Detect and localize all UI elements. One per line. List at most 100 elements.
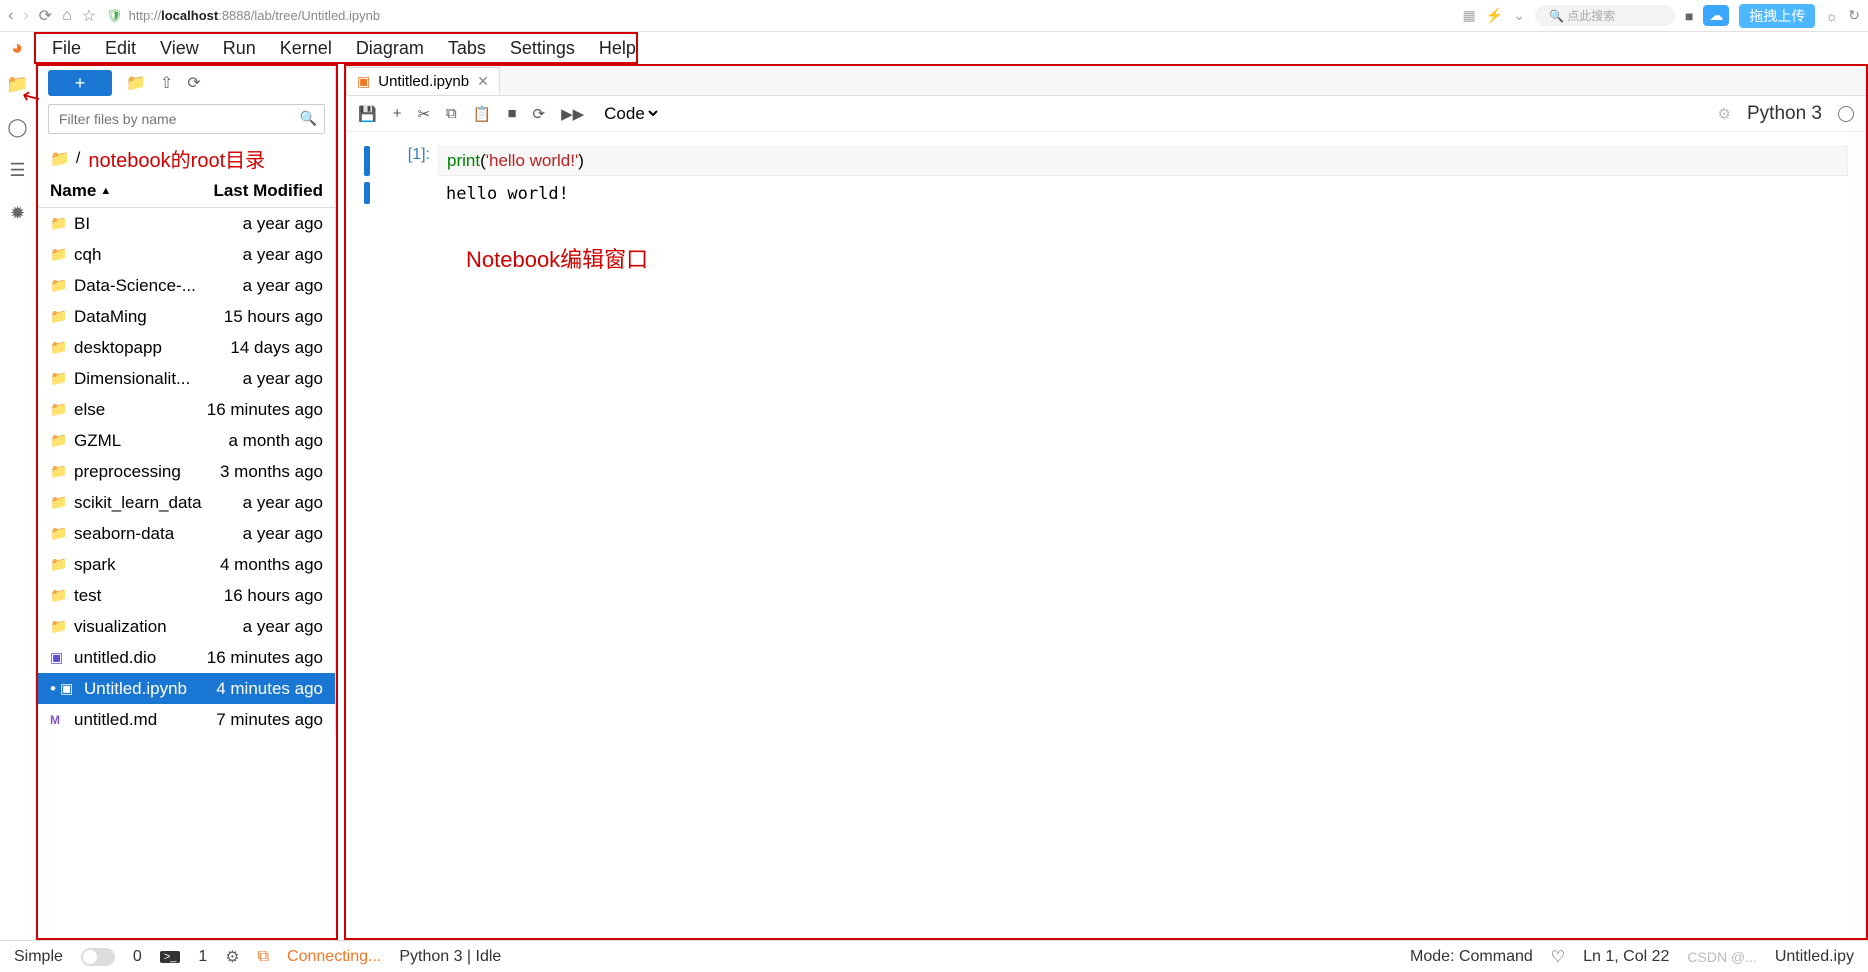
file-row[interactable]: 📁BIa year ago xyxy=(38,208,335,239)
menu-settings[interactable]: Settings xyxy=(498,34,587,63)
file-row[interactable]: 📁cqha year ago xyxy=(38,239,335,270)
upload-icon[interactable]: ⇧ xyxy=(160,73,173,93)
file-row[interactable]: 📁scikit_learn_dataa year ago xyxy=(38,487,335,518)
file-row[interactable]: 📁else16 minutes ago xyxy=(38,394,335,425)
folder-icon[interactable]: 📁 ↖ xyxy=(6,74,28,95)
qr-icon[interactable]: ▦ xyxy=(1463,7,1476,24)
refresh-icon[interactable]: ⟳ xyxy=(187,73,200,93)
notifications-icon[interactable]: ♡ xyxy=(1551,947,1565,967)
toc-icon[interactable]: ☰ xyxy=(9,160,25,181)
file-modified: a year ago xyxy=(243,214,323,234)
add-cell-icon[interactable]: + xyxy=(393,105,402,122)
paste-icon[interactable]: 📋 xyxy=(473,105,492,123)
file-row[interactable]: •▣Untitled.ipynb4 minutes ago xyxy=(38,673,335,704)
reload-icon[interactable]: ⟳ xyxy=(39,6,52,26)
file-row[interactable]: 📁visualizationa year ago xyxy=(38,611,335,642)
gear-icon[interactable]: ⚙ xyxy=(225,947,239,967)
file-modified: 16 hours ago xyxy=(224,586,323,606)
folder-icon: 📁 xyxy=(50,370,68,387)
close-icon[interactable]: ✕ xyxy=(477,73,489,90)
menu-help[interactable]: Help xyxy=(587,34,648,63)
menu-edit[interactable]: Edit xyxy=(93,34,148,63)
terminals-count[interactable]: 1 xyxy=(198,948,207,966)
file-row[interactable]: ▣untitled.dio16 minutes ago xyxy=(38,642,335,673)
notebook-area: ▣ Untitled.ipynb ✕ 💾 + ✂ ⧉ 📋 ■ ⟳ ▶▶ Code… xyxy=(346,66,1866,938)
chevron-down-icon[interactable]: ⌄ xyxy=(1513,7,1525,24)
search-icon: 🔍 xyxy=(300,110,317,127)
git-icon: ⧉ xyxy=(258,948,269,966)
menu-kernel[interactable]: Kernel xyxy=(268,34,344,63)
app-main: 📁 ↖ ◯ ☰ ✹ + 📁 ⇧ ⟳ 🔍 📁 / notebook的root目录 … xyxy=(0,64,1868,940)
watermark: CSDN @... xyxy=(1687,949,1756,965)
cell-prompt: [1]: xyxy=(380,146,438,176)
notebook-body[interactable]: [1]: print('hello world!') hello world! … xyxy=(346,132,1866,938)
new-folder-icon[interactable]: 📁 xyxy=(126,73,146,93)
header-modified[interactable]: Last Modified xyxy=(213,181,323,201)
star-icon[interactable]: ☆ xyxy=(82,6,96,26)
jupyter-logo-icon[interactable]: ◕ xyxy=(0,37,34,60)
breadcrumb[interactable]: 📁 / notebook的root目录 xyxy=(38,138,335,175)
file-name: GZML xyxy=(74,431,228,451)
annotation-root-label: notebook的root目录 xyxy=(88,144,265,173)
running-icon[interactable]: ◯ xyxy=(7,117,27,138)
browser-toolbar: ‹ › ⟳ ⌂ ☆ 🛡 http://localhost:8888/lab/tr… xyxy=(0,0,1868,32)
browser-search[interactable]: 🔍 点此搜索 xyxy=(1535,5,1675,26)
file-row[interactable]: 📁spark4 months ago xyxy=(38,549,335,580)
home-icon[interactable]: ⌂ xyxy=(62,7,72,25)
cell-source[interactable]: print('hello world!') xyxy=(438,146,1848,176)
cut-icon[interactable]: ✂ xyxy=(417,105,430,123)
file-row[interactable]: 📁preprocessing3 months ago xyxy=(38,456,335,487)
terminal-icon[interactable]: >_ xyxy=(160,951,181,963)
forward-icon[interactable]: › xyxy=(23,7,28,25)
restart-icon[interactable]: ⟳ xyxy=(533,105,546,123)
filter-input[interactable] xyxy=(48,104,325,134)
folder-icon: 📁 xyxy=(50,432,68,449)
tab-untitled[interactable]: ▣ Untitled.ipynb ✕ xyxy=(346,67,500,95)
stop-icon[interactable]: ■ xyxy=(507,105,516,122)
tabs-count[interactable]: 0 xyxy=(133,948,142,966)
file-row[interactable]: 📁Dimensionalit...a year ago xyxy=(38,363,335,394)
refresh-icon[interactable]: ↻ xyxy=(1848,7,1860,24)
address-bar[interactable]: 🛡 http://localhost:8888/lab/tree/Untitle… xyxy=(106,8,380,24)
menu-view[interactable]: View xyxy=(148,34,211,63)
file-modified: 14 days ago xyxy=(230,338,323,358)
file-modified: 15 hours ago xyxy=(224,307,323,327)
kernel-status-label[interactable]: Python 3 | Idle xyxy=(399,948,501,966)
extension-icon[interactable]: ■ xyxy=(1685,8,1693,24)
file-row[interactable]: 📁GZMLa month ago xyxy=(38,425,335,456)
cell-type-select[interactable]: Code xyxy=(600,103,661,124)
file-row[interactable]: 📁Data-Science-...a year ago xyxy=(38,270,335,301)
file-modified: a year ago xyxy=(243,245,323,265)
extensions-icon[interactable]: ✹ xyxy=(10,203,25,224)
menu-tabs[interactable]: Tabs xyxy=(436,34,498,63)
menu-file[interactable]: File xyxy=(40,34,93,63)
menu-diagram[interactable]: Diagram xyxy=(344,34,436,63)
kernel-name[interactable]: Python 3 xyxy=(1747,103,1822,125)
code-cell[interactable]: [1]: print('hello world!') xyxy=(364,146,1848,176)
run-all-icon[interactable]: ▶▶ xyxy=(561,105,584,123)
simple-toggle[interactable] xyxy=(81,948,115,966)
cloud-icon[interactable]: ☁ xyxy=(1703,5,1729,26)
file-row[interactable]: Muntitled.md7 minutes ago xyxy=(38,704,335,735)
menu-run[interactable]: Run xyxy=(211,34,268,63)
sun-icon[interactable]: ☼ xyxy=(1825,8,1838,24)
file-name: BI xyxy=(74,214,243,234)
header-name[interactable]: Name ▲ xyxy=(50,181,213,201)
file-modified: 3 months ago xyxy=(220,462,323,482)
file-row[interactable]: 📁test16 hours ago xyxy=(38,580,335,611)
file-name: visualization xyxy=(74,617,243,637)
cursor-position: Ln 1, Col 22 xyxy=(1583,948,1669,966)
upload-button[interactable]: 拖拽上传 xyxy=(1739,4,1815,28)
file-row[interactable]: 📁DataMing15 hours ago xyxy=(38,301,335,332)
file-browser-toolbar: + 📁 ⇧ ⟳ xyxy=(38,66,335,100)
gear-icon[interactable]: ⚙ xyxy=(1718,105,1731,123)
copy-icon[interactable]: ⧉ xyxy=(446,105,457,122)
new-launcher-button[interactable]: + xyxy=(48,70,112,96)
file-row[interactable]: 📁seaborn-dataa year ago xyxy=(38,518,335,549)
file-row[interactable]: 📁desktopapp14 days ago xyxy=(38,332,335,363)
file-name: DataMing xyxy=(74,307,224,327)
bolt-icon[interactable]: ⚡ xyxy=(1486,7,1503,24)
save-icon[interactable]: 💾 xyxy=(358,105,377,123)
back-icon[interactable]: ‹ xyxy=(8,7,13,25)
file-name: scikit_learn_data xyxy=(74,493,243,513)
